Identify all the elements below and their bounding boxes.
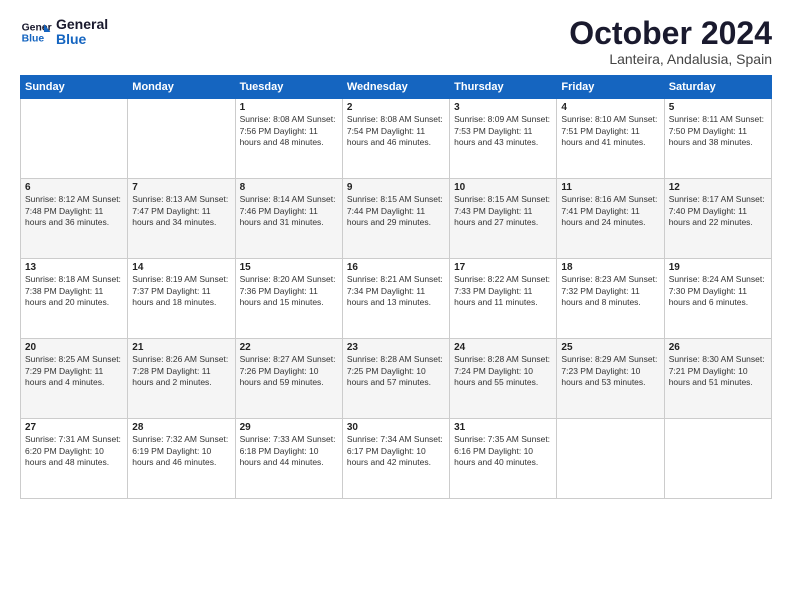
weekday-header-friday: Friday [557, 76, 664, 99]
calendar-cell-w1-d1: 7Sunrise: 8:13 AM Sunset: 7:47 PM Daylig… [128, 179, 235, 259]
calendar-cell-w1-d2: 8Sunrise: 8:14 AM Sunset: 7:46 PM Daylig… [235, 179, 342, 259]
calendar-table: SundayMondayTuesdayWednesdayThursdayFrid… [20, 75, 772, 499]
weekday-header-sunday: Sunday [21, 76, 128, 99]
calendar-cell-w2-d2: 15Sunrise: 8:20 AM Sunset: 7:36 PM Dayli… [235, 259, 342, 339]
weekday-header-wednesday: Wednesday [342, 76, 449, 99]
logo: General Blue General Blue [20, 16, 108, 48]
weekday-header-thursday: Thursday [450, 76, 557, 99]
calendar-cell-w1-d4: 10Sunrise: 8:15 AM Sunset: 7:43 PM Dayli… [450, 179, 557, 259]
logo-blue: Blue [56, 32, 108, 47]
calendar-cell-w2-d5: 18Sunrise: 8:23 AM Sunset: 7:32 PM Dayli… [557, 259, 664, 339]
calendar-cell-w0-d2: 1Sunrise: 8:08 AM Sunset: 7:56 PM Daylig… [235, 99, 342, 179]
calendar-cell-w0-d5: 4Sunrise: 8:10 AM Sunset: 7:51 PM Daylig… [557, 99, 664, 179]
calendar-cell-w3-d1: 21Sunrise: 8:26 AM Sunset: 7:28 PM Dayli… [128, 339, 235, 419]
calendar-cell-w4-d2: 29Sunrise: 7:33 AM Sunset: 6:18 PM Dayli… [235, 419, 342, 499]
calendar-cell-w3-d6: 26Sunrise: 8:30 AM Sunset: 7:21 PM Dayli… [664, 339, 771, 419]
svg-text:Blue: Blue [22, 34, 45, 45]
calendar-cell-w4-d6 [664, 419, 771, 499]
calendar-cell-w4-d0: 27Sunrise: 7:31 AM Sunset: 6:20 PM Dayli… [21, 419, 128, 499]
location: Lanteira, Andalusia, Spain [569, 51, 772, 67]
calendar-cell-w4-d4: 31Sunrise: 7:35 AM Sunset: 6:16 PM Dayli… [450, 419, 557, 499]
weekday-header-saturday: Saturday [664, 76, 771, 99]
logo-icon: General Blue [20, 16, 52, 48]
logo-general: General [56, 17, 108, 32]
calendar-cell-w0-d4: 3Sunrise: 8:09 AM Sunset: 7:53 PM Daylig… [450, 99, 557, 179]
calendar-cell-w0-d0 [21, 99, 128, 179]
calendar-cell-w2-d4: 17Sunrise: 8:22 AM Sunset: 7:33 PM Dayli… [450, 259, 557, 339]
calendar-cell-w4-d3: 30Sunrise: 7:34 AM Sunset: 6:17 PM Dayli… [342, 419, 449, 499]
calendar-cell-w4-d1: 28Sunrise: 7:32 AM Sunset: 6:19 PM Dayli… [128, 419, 235, 499]
page-header: General Blue General Blue October 2024 L… [20, 16, 772, 67]
calendar-cell-w1-d5: 11Sunrise: 8:16 AM Sunset: 7:41 PM Dayli… [557, 179, 664, 259]
calendar-cell-w2-d6: 19Sunrise: 8:24 AM Sunset: 7:30 PM Dayli… [664, 259, 771, 339]
calendar-cell-w1-d6: 12Sunrise: 8:17 AM Sunset: 7:40 PM Dayli… [664, 179, 771, 259]
calendar-cell-w0-d6: 5Sunrise: 8:11 AM Sunset: 7:50 PM Daylig… [664, 99, 771, 179]
calendar-cell-w0-d3: 2Sunrise: 8:08 AM Sunset: 7:54 PM Daylig… [342, 99, 449, 179]
calendar-cell-w2-d1: 14Sunrise: 8:19 AM Sunset: 7:37 PM Dayli… [128, 259, 235, 339]
calendar-cell-w3-d3: 23Sunrise: 8:28 AM Sunset: 7:25 PM Dayli… [342, 339, 449, 419]
calendar-cell-w3-d5: 25Sunrise: 8:29 AM Sunset: 7:23 PM Dayli… [557, 339, 664, 419]
month-title: October 2024 [569, 16, 772, 51]
weekday-header-tuesday: Tuesday [235, 76, 342, 99]
calendar-cell-w1-d3: 9Sunrise: 8:15 AM Sunset: 7:44 PM Daylig… [342, 179, 449, 259]
calendar-cell-w0-d1 [128, 99, 235, 179]
calendar-cell-w3-d4: 24Sunrise: 8:28 AM Sunset: 7:24 PM Dayli… [450, 339, 557, 419]
calendar-cell-w3-d0: 20Sunrise: 8:25 AM Sunset: 7:29 PM Dayli… [21, 339, 128, 419]
weekday-header-monday: Monday [128, 76, 235, 99]
calendar-cell-w3-d2: 22Sunrise: 8:27 AM Sunset: 7:26 PM Dayli… [235, 339, 342, 419]
calendar-cell-w2-d0: 13Sunrise: 8:18 AM Sunset: 7:38 PM Dayli… [21, 259, 128, 339]
calendar-cell-w1-d0: 6Sunrise: 8:12 AM Sunset: 7:48 PM Daylig… [21, 179, 128, 259]
calendar-cell-w4-d5 [557, 419, 664, 499]
title-block: October 2024 Lanteira, Andalusia, Spain [569, 16, 772, 67]
calendar-cell-w2-d3: 16Sunrise: 8:21 AM Sunset: 7:34 PM Dayli… [342, 259, 449, 339]
